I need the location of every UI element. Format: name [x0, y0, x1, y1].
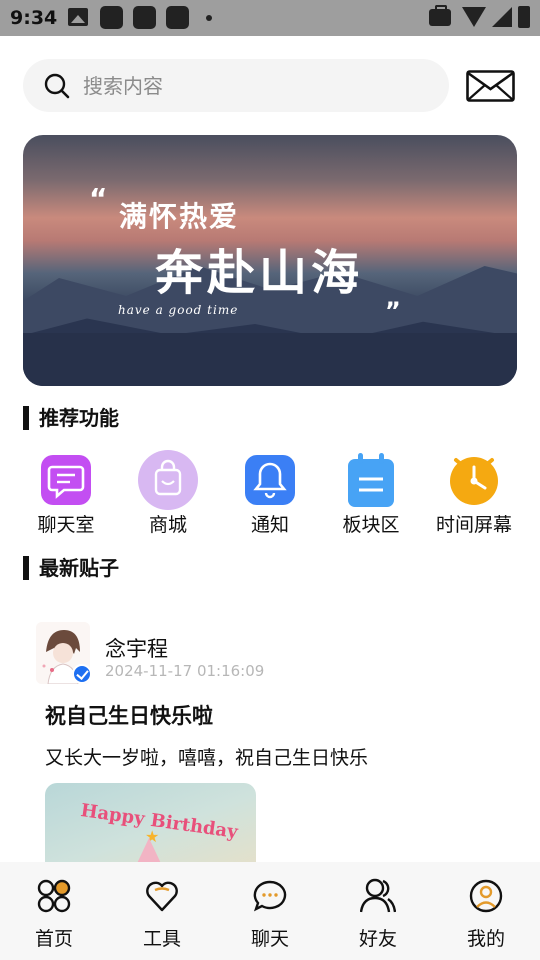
battery-icon [518, 6, 530, 28]
clock-icon [450, 457, 498, 505]
tab-home[interactable]: 首页 [0, 874, 108, 954]
clipboard-icon [348, 453, 394, 507]
banner-line-3: have a good time [118, 303, 239, 317]
feature-time-screen[interactable]: 时间屏幕 [424, 450, 524, 536]
tab-friends[interactable]: 好友 [324, 874, 432, 954]
feature-label: 商城 [148, 514, 187, 536]
profile-icon [469, 879, 503, 913]
banner-line-1: 满怀热爱 [119, 200, 240, 233]
tab-chat[interactable]: 聊天 [216, 874, 324, 954]
banner-sea [23, 333, 517, 386]
post-timestamp: 2024-11-17 01:16:09 [105, 662, 265, 680]
search-bar[interactable] [23, 59, 449, 112]
gallery-icon [68, 8, 88, 26]
promo-banner[interactable]: “ 满怀热爱 奔赴山海 have a good time ” [23, 135, 517, 386]
section-marker [23, 406, 29, 430]
tab-profile[interactable]: 我的 [432, 874, 540, 954]
more-notifications-icon [206, 15, 212, 21]
feature-label: 通知 [250, 514, 289, 536]
feature-notifications[interactable]: 通知 [220, 450, 320, 536]
section-marker [23, 556, 29, 580]
section-title: 推荐功能 [39, 406, 119, 430]
search-icon [44, 73, 70, 99]
app-notification-icon [166, 6, 189, 29]
section-title: 最新贴子 [39, 556, 119, 580]
home-icon [37, 879, 71, 913]
feature-label: 聊天室 [37, 514, 95, 536]
feature-board[interactable]: 板块区 [321, 450, 421, 536]
wifi-icon [462, 7, 486, 27]
chat-bubble-icon [253, 880, 287, 912]
feature-chat-room[interactable]: 聊天室 [16, 450, 116, 536]
feature-label: 时间屏幕 [435, 514, 512, 536]
verified-badge-icon [72, 664, 92, 684]
banner-quote-close: ” [385, 297, 401, 325]
bell-icon [245, 455, 295, 505]
heart-icon [146, 881, 178, 912]
search-input[interactable] [83, 70, 423, 102]
feature-shop[interactable]: 商城 [118, 450, 218, 536]
tab-label: 我的 [466, 928, 505, 950]
post-card[interactable]: 念宇程 2024-11-17 01:16:09 祝自己生日快乐啦 又长大一岁啦，… [0, 600, 540, 883]
feature-label: 板块区 [342, 514, 400, 536]
status-time: 9:34 [10, 7, 58, 29]
mail-icon[interactable] [466, 70, 515, 102]
post-author[interactable]: 念宇程 [105, 633, 168, 663]
bottom-nav: 首页 工具 聊天 好友 我的 [0, 862, 540, 960]
tab-label: 聊天 [250, 928, 289, 950]
app-notification-icon [100, 6, 123, 29]
post-title[interactable]: 祝自己生日快乐啦 [45, 700, 213, 730]
chat-room-icon [41, 455, 91, 505]
signal-icon [492, 7, 512, 27]
briefcase-icon [429, 5, 451, 26]
tab-tools[interactable]: 工具 [108, 874, 216, 954]
banner-line-2: 奔赴山海 [155, 245, 364, 301]
post-body: 又长大一岁啦，嘻嘻，祝自己生日快乐 [45, 747, 369, 769]
tab-label: 好友 [358, 928, 397, 950]
banner-quote-open: “ [89, 182, 108, 215]
shopping-bag-icon [138, 450, 198, 510]
tab-label: 工具 [142, 928, 181, 950]
friends-icon [360, 878, 396, 913]
app-notification-icon [133, 6, 156, 29]
tab-label: 首页 [34, 928, 73, 950]
status-bar: 9:34 [0, 0, 540, 36]
